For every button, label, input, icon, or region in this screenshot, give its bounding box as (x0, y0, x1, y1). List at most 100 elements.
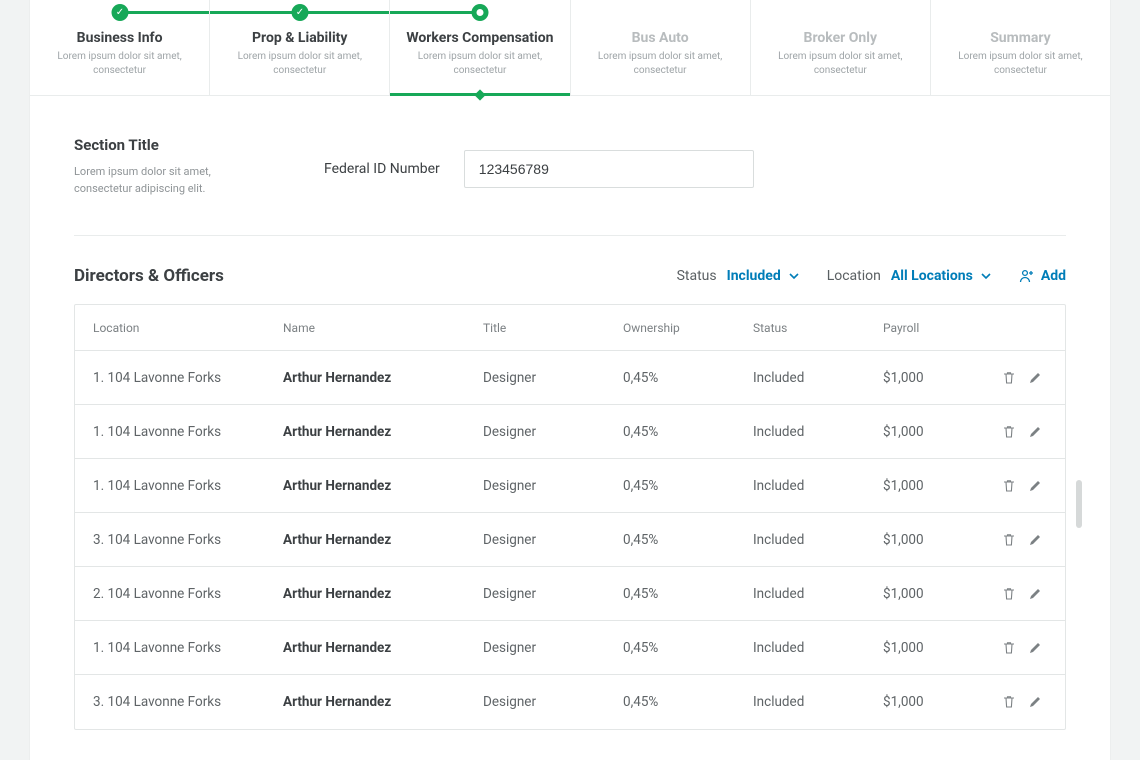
cell-payroll: $1,000 (883, 640, 983, 656)
table-body: 1. 104 Lavonne ForksArthur HernandezDesi… (75, 351, 1065, 729)
cell-location: 2. 104 Lavonne Forks (93, 586, 283, 602)
trash-icon[interactable] (1001, 694, 1017, 710)
cell-location: 1. 104 Lavonne Forks (93, 478, 283, 494)
edit-icon[interactable] (1027, 640, 1043, 656)
trash-icon[interactable] (1001, 532, 1017, 548)
edit-icon[interactable] (1027, 532, 1043, 548)
col-title: Title (483, 321, 623, 335)
federal-id-label: Federal ID Number (324, 161, 440, 177)
step-desc: Lorem ipsum dolor sit amet, consectetur (770, 50, 910, 77)
trash-icon[interactable] (1001, 478, 1017, 494)
step-desc: Lorem ipsum dolor sit amet, consectetur (230, 50, 370, 77)
step-business-info[interactable]: Business Info Lorem ipsum dolor sit amet… (30, 0, 210, 95)
cell-title: Designer (483, 532, 623, 548)
table-row: 1. 104 Lavonne ForksArthur HernandezDesi… (75, 621, 1065, 675)
scrollbar-thumb[interactable] (1076, 480, 1082, 528)
col-status: Status (753, 321, 883, 335)
location-filter[interactable]: Location All Locations (827, 268, 991, 284)
chevron-down-icon (789, 271, 799, 281)
cell-ownership: 0,45% (623, 586, 753, 602)
cell-title: Designer (483, 478, 623, 494)
row-actions (983, 694, 1043, 710)
step-desc: Lorem ipsum dolor sit amet, consectetur (950, 50, 1090, 77)
cell-payroll: $1,000 (883, 532, 983, 548)
cell-location: 3. 104 Lavonne Forks (93, 694, 283, 710)
cell-ownership: 0,45% (623, 532, 753, 548)
federal-id-input[interactable] (464, 150, 754, 188)
cell-location: 1. 104 Lavonne Forks (93, 424, 283, 440)
progress-steps: ✓ ✓ Business Info Lorem ipsum dolor sit … (30, 0, 1110, 96)
status-filter[interactable]: Status Included (677, 268, 799, 284)
cell-name: Arthur Hernandez (283, 478, 483, 494)
step-title: Bus Auto (581, 30, 740, 46)
cell-ownership: 0,45% (623, 478, 753, 494)
col-ownership: Ownership (623, 321, 753, 335)
cell-status: Included (753, 586, 883, 602)
directors-table: Location Name Title Ownership Status Pay… (74, 304, 1066, 730)
cell-name: Arthur Hernandez (283, 640, 483, 656)
section-desc: Lorem ipsum dolor sit amet, consectetur … (74, 164, 264, 197)
step-title: Prop & Liability (220, 30, 379, 46)
step-broker-only[interactable]: Broker Only Lorem ipsum dolor sit amet, … (751, 0, 931, 95)
cell-payroll: $1,000 (883, 478, 983, 494)
edit-icon[interactable] (1027, 478, 1043, 494)
section-title: Section Title (74, 136, 264, 154)
table-header: Location Name Title Ownership Status Pay… (75, 305, 1065, 351)
cell-title: Designer (483, 694, 623, 710)
chevron-down-icon (981, 271, 991, 281)
cell-name: Arthur Hernandez (283, 370, 483, 386)
step-desc: Lorem ipsum dolor sit amet, consectetur (50, 50, 190, 77)
directors-section-bar: Directors & Officers Status Included Loc… (74, 236, 1066, 304)
step-title: Workers Compensation (400, 30, 559, 46)
cell-payroll: $1,000 (883, 694, 983, 710)
cell-ownership: 0,45% (623, 640, 753, 656)
cell-title: Designer (483, 586, 623, 602)
cell-name: Arthur Hernandez (283, 694, 483, 710)
edit-icon[interactable] (1027, 586, 1043, 602)
edit-icon[interactable] (1027, 424, 1043, 440)
table-row: 1. 104 Lavonne ForksArthur HernandezDesi… (75, 405, 1065, 459)
location-filter-label: Location (827, 268, 881, 284)
step-bus-auto[interactable]: Bus Auto Lorem ipsum dolor sit amet, con… (571, 0, 751, 95)
step-workers-compensation[interactable]: Workers Compensation Lorem ipsum dolor s… (390, 0, 570, 95)
row-actions (983, 370, 1043, 386)
col-name: Name (283, 321, 483, 335)
directors-filters: Status Included Location All Locations (677, 268, 1066, 284)
add-button[interactable]: Add (1019, 268, 1066, 284)
cell-status: Included (753, 424, 883, 440)
cell-title: Designer (483, 640, 623, 656)
cell-status: Included (753, 694, 883, 710)
trash-icon[interactable] (1001, 640, 1017, 656)
workers-comp-card: ✓ ✓ Business Info Lorem ipsum dolor sit … (30, 0, 1110, 760)
table-row: 3. 104 Lavonne ForksArthur HernandezDesi… (75, 675, 1065, 729)
step-desc: Lorem ipsum dolor sit amet, consectetur (410, 50, 550, 77)
cell-status: Included (753, 370, 883, 386)
cell-name: Arthur Hernandez (283, 532, 483, 548)
step-title: Summary (941, 30, 1100, 46)
add-label: Add (1041, 268, 1066, 284)
directors-heading: Directors & Officers (74, 266, 224, 286)
table-row: 3. 104 Lavonne ForksArthur HernandezDesi… (75, 513, 1065, 567)
status-filter-label: Status (677, 268, 717, 284)
trash-icon[interactable] (1001, 370, 1017, 386)
cell-location: 1. 104 Lavonne Forks (93, 640, 283, 656)
edit-icon[interactable] (1027, 370, 1043, 386)
step-summary[interactable]: Summary Lorem ipsum dolor sit amet, cons… (931, 0, 1110, 95)
step-prop-liability[interactable]: Prop & Liability Lorem ipsum dolor sit a… (210, 0, 390, 95)
section-meta: Section Title Lorem ipsum dolor sit amet… (74, 136, 264, 197)
cell-title: Designer (483, 424, 623, 440)
trash-icon[interactable] (1001, 424, 1017, 440)
trash-icon[interactable] (1001, 586, 1017, 602)
section-top-row: Section Title Lorem ipsum dolor sit amet… (74, 136, 1066, 236)
cell-payroll: $1,000 (883, 586, 983, 602)
cell-ownership: 0,45% (623, 694, 753, 710)
cell-ownership: 0,45% (623, 370, 753, 386)
cell-name: Arthur Hernandez (283, 424, 483, 440)
edit-icon[interactable] (1027, 694, 1043, 710)
step-title: Broker Only (761, 30, 920, 46)
cell-ownership: 0,45% (623, 424, 753, 440)
row-actions (983, 478, 1043, 494)
federal-id-field: Federal ID Number (324, 136, 754, 197)
cell-status: Included (753, 640, 883, 656)
cell-name: Arthur Hernandez (283, 586, 483, 602)
